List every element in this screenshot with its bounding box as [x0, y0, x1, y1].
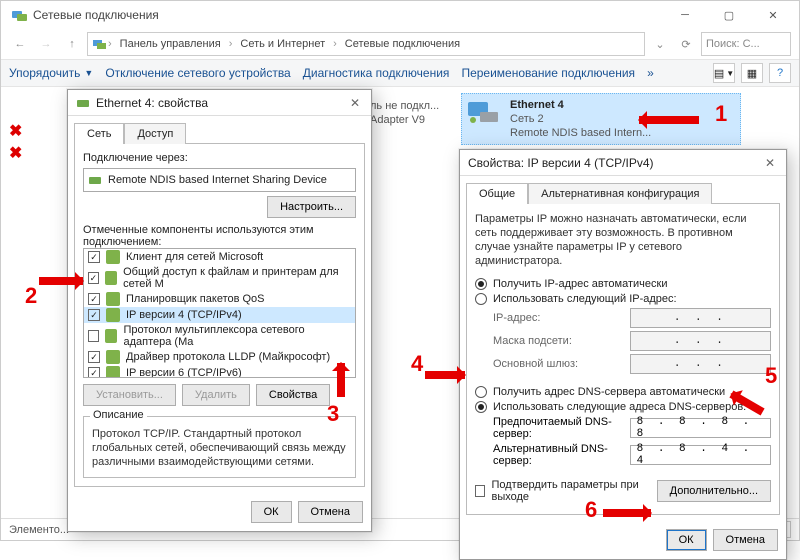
list-item: ✓IP версии 6 (TCP/IPv6) — [84, 365, 355, 378]
install-button[interactable]: Установить... — [83, 384, 176, 406]
network-icon — [11, 7, 27, 23]
list-item: Протокол мультиплексора сетевого адаптер… — [84, 323, 355, 349]
subnet-mask-field: . . . — [630, 331, 771, 351]
status-text: Элементо... — [9, 524, 69, 536]
adapter-ethernet4[interactable]: Ethernet 4 Сеть 2 Remote NDIS based Inte… — [461, 93, 741, 145]
component-icon — [106, 308, 120, 322]
list-item: ✓Драйвер протокола LLDP (Майкрософт) — [84, 349, 355, 365]
window-title: Сетевые подключения — [33, 8, 159, 22]
properties-title: Ethernet 4: свойства — [96, 96, 208, 110]
crumb-network-internet[interactable]: Сеть и Интернет — [234, 36, 331, 52]
gateway-field: . . . — [630, 354, 771, 374]
connect-via-label: Подключение через: — [83, 152, 356, 164]
component-icon — [105, 271, 117, 285]
ok-button[interactable]: ОК — [666, 529, 707, 551]
panel-icon: ▦ — [747, 67, 757, 80]
help-button[interactable]: ? — [769, 63, 791, 83]
adapter-hidden-line2: Adapter V9 — [370, 113, 439, 127]
forward-button[interactable]: → — [35, 33, 57, 55]
adapter-properties-dialog: Ethernet 4: свойства ✕ Сеть Доступ Подкл… — [67, 89, 372, 532]
disable-device-button[interactable]: Отключение сетевого устройства — [105, 66, 290, 80]
diagnose-button[interactable]: Диагностика подключения — [303, 66, 450, 80]
component-icon — [106, 350, 120, 364]
details-pane-button[interactable]: ▦ — [741, 63, 763, 83]
chevron-down-icon: ▼ — [84, 68, 93, 78]
disabled-x-icon: ✖ — [9, 143, 22, 163]
back-button[interactable]: ← — [9, 33, 31, 55]
remove-button[interactable]: Удалить — [182, 384, 250, 406]
tab-alternative[interactable]: Альтернативная конфигурация — [528, 183, 712, 204]
breadcrumb[interactable]: › Панель управления › Сеть и Интернет › … — [87, 32, 645, 56]
ipv4-title: Свойства: IP версии 4 (TCP/IPv4) — [468, 156, 654, 170]
component-icon — [106, 366, 120, 378]
components-label: Отмеченные компоненты используются этим … — [83, 224, 356, 248]
crumb-network-connections[interactable]: Сетевые подключения — [339, 36, 466, 52]
rename-button[interactable]: Переименование подключения — [461, 66, 635, 80]
refresh-button[interactable]: ⟳ — [675, 33, 697, 55]
adapter-network: Сеть 2 — [510, 112, 651, 126]
advanced-button[interactable]: Дополнительно... — [657, 480, 771, 502]
configure-button[interactable]: Настроить... — [267, 196, 356, 218]
breadcrumb-icon — [92, 37, 106, 51]
list-item: ✓Общий доступ к файлам и принтерам для с… — [84, 265, 355, 291]
chevron-right-icon: › — [229, 38, 233, 50]
tab-general[interactable]: Общие — [466, 183, 528, 204]
radio-ip-auto[interactable] — [475, 278, 487, 290]
crumb-control-panel[interactable]: Панель управления — [114, 36, 227, 52]
tab-network[interactable]: Сеть — [74, 123, 124, 144]
alternate-dns-field[interactable]: 8 . 8 . 4 . 4 — [630, 445, 771, 465]
chevron-right-icon: › — [108, 38, 112, 50]
list-item: ✓Планировщик пакетов QoS — [84, 291, 355, 307]
radio-dns-manual[interactable] — [475, 401, 487, 413]
description-heading: Описание — [90, 409, 147, 421]
ipv4-properties-dialog: Свойства: IP версии 4 (TCP/IPv4) ✕ Общие… — [459, 149, 787, 560]
address-bar: ← → ↑ › Панель управления › Сеть и Интер… — [1, 29, 799, 59]
titlebar: Сетевые подключения ─ ▢ ✕ — [1, 1, 799, 29]
radio-ip-manual[interactable] — [475, 293, 487, 305]
nic-icon — [76, 96, 90, 110]
component-icon — [106, 292, 120, 306]
minimize-button[interactable]: ─ — [663, 1, 707, 29]
cancel-button[interactable]: Отмена — [713, 529, 778, 551]
chevron-right-icon: › — [333, 38, 337, 50]
search-input[interactable]: Поиск: С... — [701, 32, 791, 56]
help-icon: ? — [777, 67, 783, 79]
command-bar: Упорядочить ▼ Отключение сетевого устрой… — [1, 59, 799, 87]
more-commands[interactable]: » — [647, 66, 654, 80]
nic-icon — [88, 173, 102, 187]
history-dropdown[interactable]: ⌄ — [649, 33, 671, 55]
adapter-hidden-line1: ль не подкл... — [370, 99, 439, 113]
radio-dns-auto[interactable] — [475, 386, 487, 398]
up-button[interactable]: ↑ — [61, 33, 83, 55]
close-button[interactable]: ✕ — [751, 1, 795, 29]
adapter-device: Remote NDIS based Intern... — [510, 126, 651, 140]
adapter-name: Ethernet 4 — [510, 98, 651, 112]
description-text: Протокол TCP/IP. Стандартный протокол гл… — [92, 427, 347, 469]
adapter-icon — [466, 98, 502, 126]
view-dropdown[interactable]: ▤▼ — [713, 63, 735, 83]
properties-button[interactable]: Свойства — [256, 384, 330, 406]
validate-checkbox[interactable] — [475, 485, 485, 497]
list-item-ipv4: ✓IP версии 4 (TCP/IPv4) — [84, 307, 355, 323]
ok-button[interactable]: ОК — [251, 501, 292, 523]
component-icon — [105, 329, 118, 343]
components-list[interactable]: ✓Клиент для сетей Microsoft ✓Общий досту… — [83, 248, 356, 378]
component-icon — [106, 250, 120, 264]
preferred-dns-field[interactable]: 8 . 8 . 8 . 8 — [630, 418, 771, 438]
adapter-name-field: Remote NDIS based Internet Sharing Devic… — [108, 174, 327, 186]
tab-access[interactable]: Доступ — [124, 123, 186, 144]
ipv4-intro: Параметры IP можно назначать автоматичес… — [475, 212, 771, 268]
cancel-button[interactable]: Отмена — [298, 501, 363, 523]
thumbnails-icon: ▤ — [714, 67, 724, 80]
list-item: ✓Клиент для сетей Microsoft — [84, 249, 355, 265]
close-icon[interactable]: ✕ — [760, 153, 780, 173]
chevron-down-icon: ▼ — [726, 69, 734, 78]
disabled-x-icon: ✖ — [9, 121, 22, 141]
close-icon[interactable]: ✕ — [345, 93, 365, 113]
ip-address-field: . . . — [630, 308, 771, 328]
maximize-button[interactable]: ▢ — [707, 1, 751, 29]
organize-menu[interactable]: Упорядочить ▼ — [9, 66, 93, 80]
